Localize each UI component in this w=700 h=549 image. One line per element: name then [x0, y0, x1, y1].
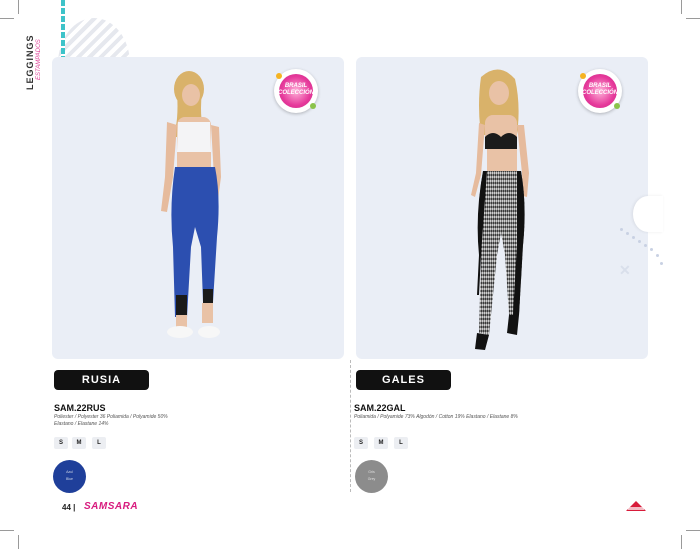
model-figure [161, 71, 221, 338]
product-photo-rusia: BRASIL COLECCIÓN [52, 57, 344, 359]
crop-mark [681, 535, 682, 549]
crop-mark [18, 0, 19, 14]
composition-rusia: Poliester / Polyester 36 Poliamida / Pol… [54, 414, 254, 428]
composition-line: Poliamida / Polyamide 73% Algodón / Cott… [354, 414, 518, 420]
collection-badge: BRASIL COLECCIÓN [274, 69, 318, 113]
swatch-label: Grey [367, 477, 376, 481]
color-swatch-grey: Gris Grey [355, 460, 388, 493]
badge-text: BRASIL COLECCIÓN [582, 83, 618, 96]
composition-line: Poliester / Polyester 36 Poliamida / Pol… [54, 414, 168, 420]
color-swatch-blue: Azul Blue [53, 460, 86, 493]
size-chip: L [394, 437, 408, 449]
swatch-label: Azul [66, 470, 73, 474]
section-title-main: LEGGINGS [25, 34, 35, 90]
cross-decoration: ✕ [619, 262, 631, 278]
product-name-rusia: RUSIA [54, 370, 149, 390]
corner-logo-icon [626, 501, 646, 511]
collection-badge: BRASIL COLECCIÓN [578, 69, 622, 113]
section-title: LEGGINGS ESTAMPADOS [25, 34, 42, 100]
composition-gales: Poliamida / Polyamide 73% Algodón / Cott… [354, 414, 594, 421]
crop-mark [0, 530, 14, 531]
size-chip: L [92, 437, 106, 449]
crop-mark [686, 18, 700, 19]
brand-logo: SAMSARA [84, 501, 139, 512]
product-code-rusia: SAM.22RUS [54, 403, 106, 413]
size-chip: S [54, 437, 68, 449]
model-figure [471, 69, 529, 350]
crop-mark [0, 18, 14, 19]
product-name-gales: GALES [356, 370, 451, 390]
column-divider [350, 360, 351, 492]
product-code-gales: SAM.22GAL [354, 403, 406, 413]
swatch-label: Gris [368, 470, 375, 474]
crop-mark [18, 535, 19, 549]
product-photo-gales: BRASIL COLECCIÓN [356, 57, 648, 359]
crop-mark [681, 0, 682, 14]
swatch-label: Blue [65, 477, 73, 481]
section-subtitle: ESTAMPADOS [36, 39, 42, 80]
crop-mark [686, 530, 700, 531]
size-chip: M [72, 437, 86, 449]
composition-line: Elastano / Elastane 14% [54, 421, 109, 427]
badge-text: BRASIL COLECCIÓN [278, 83, 314, 96]
size-chip: M [374, 437, 388, 449]
half-circle-decoration [633, 196, 663, 232]
size-chip: S [354, 437, 368, 449]
page-number: 44 | [62, 503, 76, 512]
